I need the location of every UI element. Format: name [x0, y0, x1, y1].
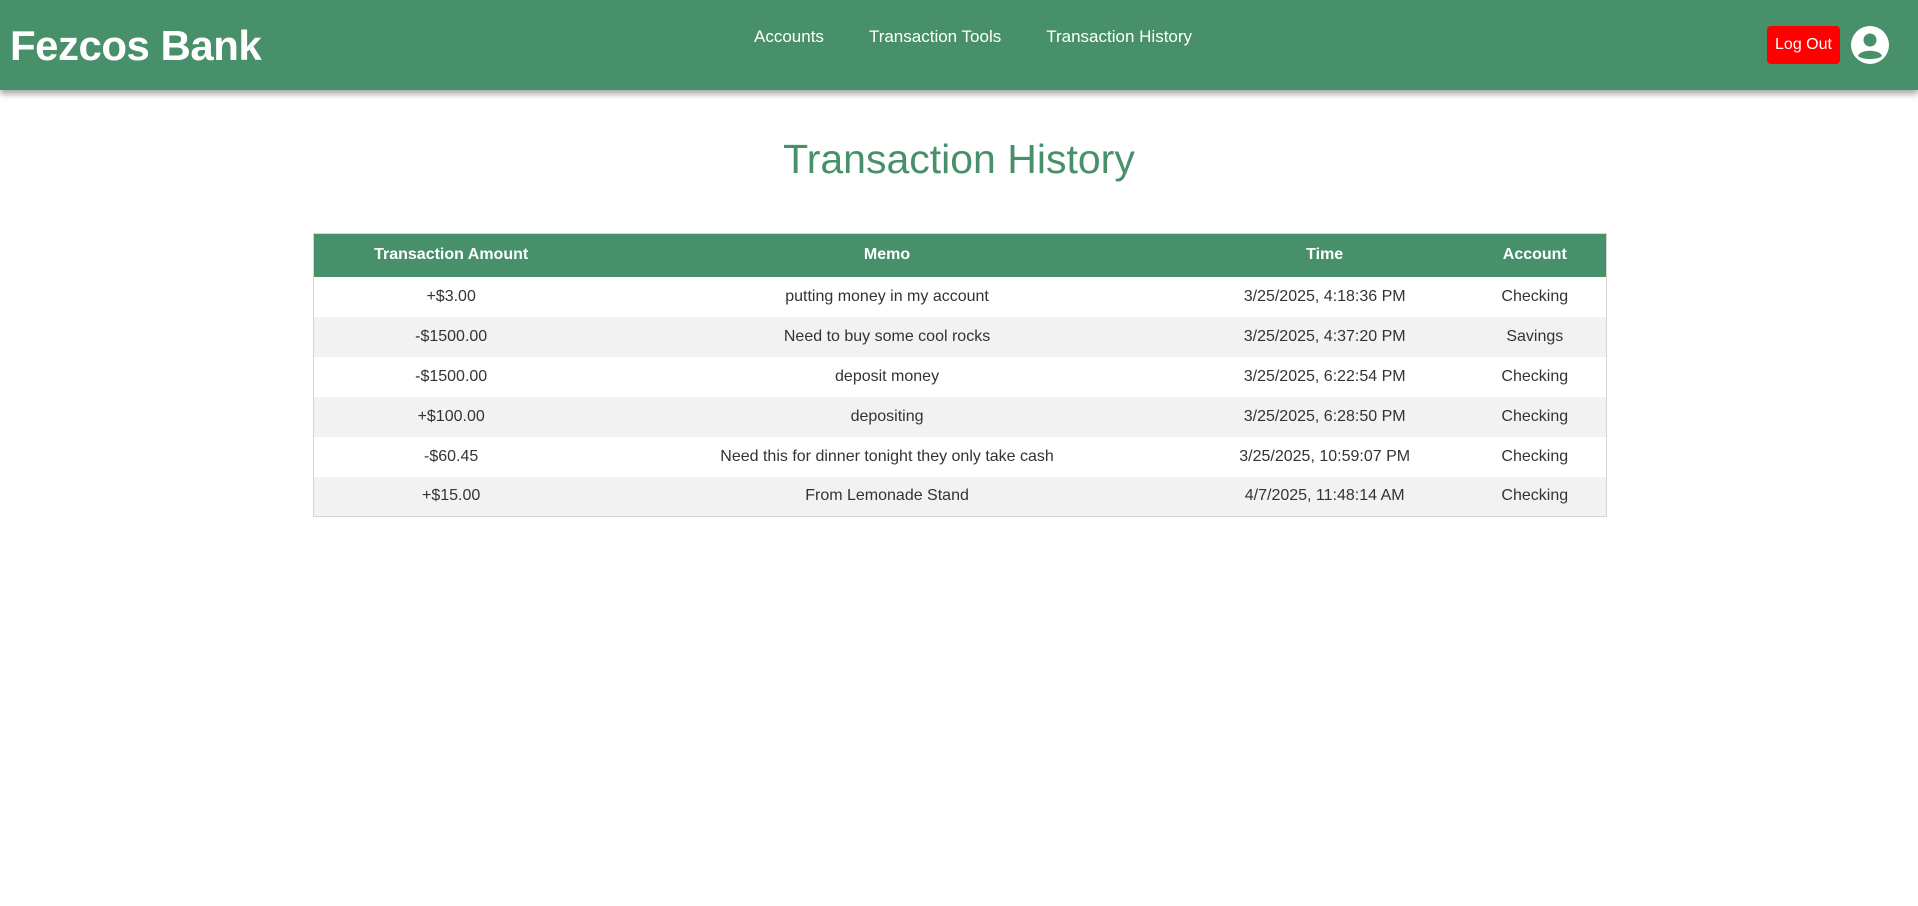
cell-memo: deposit money [588, 356, 1186, 397]
table-row: +$100.00 depositing 3/25/2025, 6:28:50 P… [313, 396, 1607, 437]
table-row: +$3.00 putting money in my account 3/25/… [313, 276, 1607, 317]
page-title: Transaction History [783, 136, 1135, 182]
nav-link-transaction-tools[interactable]: Transaction Tools [869, 27, 1001, 47]
table-row: -$1500.00 deposit money 3/25/2025, 6:22:… [313, 356, 1607, 397]
table-header-row: Transaction Amount Memo Time Account [313, 233, 1607, 277]
cell-memo: putting money in my account [588, 276, 1186, 317]
column-header-time: Time [1185, 233, 1464, 277]
cell-memo: Need to buy some cool rocks [588, 316, 1186, 357]
cell-account: Checking [1463, 276, 1607, 317]
cell-time: 3/25/2025, 6:22:54 PM [1185, 356, 1464, 397]
cell-amount: +$15.00 [313, 476, 589, 517]
cell-time: 3/25/2025, 4:37:20 PM [1185, 316, 1464, 357]
cell-memo: From Lemonade Stand [588, 476, 1186, 517]
cell-amount: +$3.00 [313, 276, 589, 317]
column-header-memo: Memo [588, 233, 1186, 277]
cell-account: Checking [1463, 356, 1607, 397]
logout-button[interactable]: Log Out [1767, 26, 1840, 64]
cell-amount: -$1500.00 [313, 356, 589, 397]
table-row: -$1500.00 Need to buy some cool rocks 3/… [313, 316, 1607, 357]
navbar: Fezcos Bank Accounts Transaction Tools T… [0, 0, 1918, 90]
column-header-amount: Transaction Amount [313, 233, 589, 277]
cell-account: Savings [1463, 316, 1607, 357]
cell-memo: Need this for dinner tonight they only t… [588, 436, 1186, 477]
cell-time: 4/7/2025, 11:48:14 AM [1185, 476, 1464, 517]
cell-amount: -$60.45 [313, 436, 589, 477]
cell-amount: +$100.00 [313, 396, 589, 437]
nav-links: Accounts Transaction Tools Transaction H… [754, 27, 1192, 47]
cell-account: Checking [1463, 436, 1607, 477]
cell-time: 3/25/2025, 10:59:07 PM [1185, 436, 1464, 477]
table-row: -$60.45 Need this for dinner tonight the… [313, 436, 1607, 477]
cell-account: Checking [1463, 396, 1607, 437]
cell-memo: depositing [588, 396, 1186, 437]
cell-account: Checking [1463, 476, 1607, 517]
user-circle-icon[interactable] [1850, 25, 1890, 65]
cell-amount: -$1500.00 [313, 316, 589, 357]
cell-time: 3/25/2025, 4:18:36 PM [1185, 276, 1464, 317]
cell-time: 3/25/2025, 6:28:50 PM [1185, 396, 1464, 437]
column-header-account: Account [1463, 233, 1607, 277]
nav-link-accounts[interactable]: Accounts [754, 27, 824, 47]
brand-title: Fezcos Bank [10, 22, 262, 69]
transaction-table: Transaction Amount Memo Time Account +$3… [313, 233, 1607, 517]
table-row: +$15.00 From Lemonade Stand 4/7/2025, 11… [313, 476, 1607, 517]
nav-link-transaction-history[interactable]: Transaction History [1046, 27, 1192, 47]
